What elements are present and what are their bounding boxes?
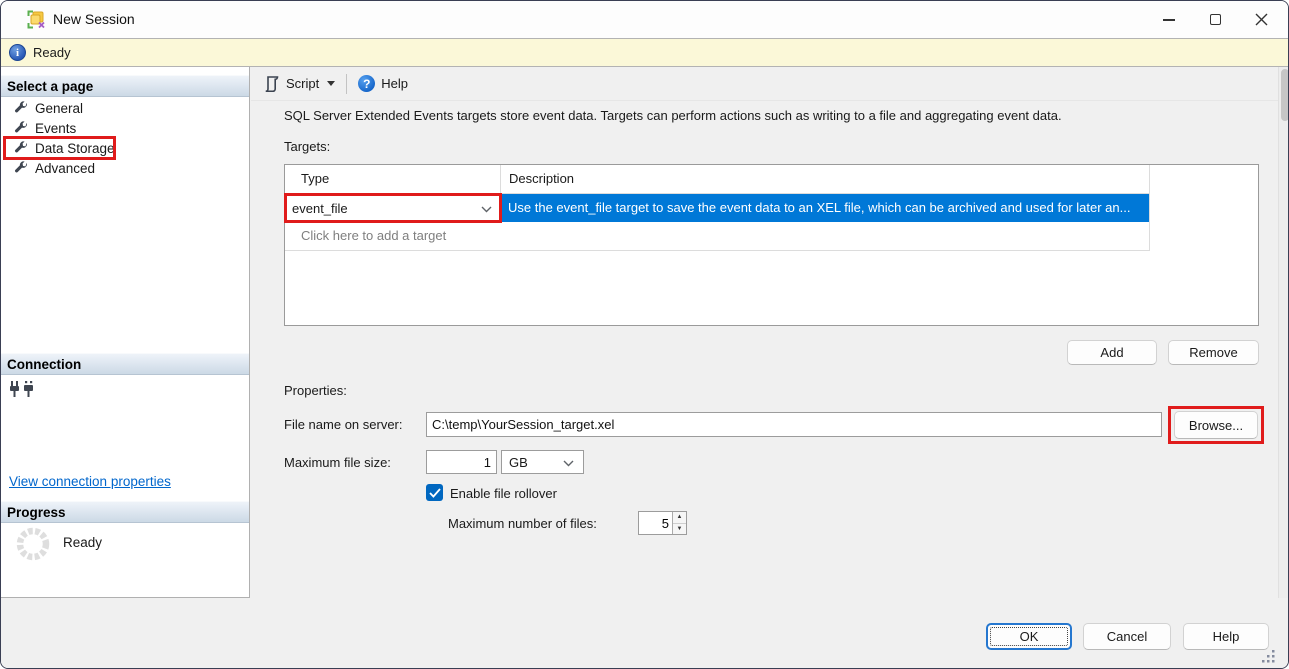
target-type-value: event_file [292, 201, 348, 216]
window-controls [1146, 1, 1284, 38]
sidebar-item-label: Advanced [35, 161, 95, 176]
sidebar-item-label: Events [35, 121, 76, 136]
window-title: New Session [53, 11, 135, 27]
script-button[interactable]: Script [259, 72, 340, 96]
spinner-buttons: ▲ ▼ [672, 512, 686, 534]
page-description: SQL Server Extended Events targets store… [284, 108, 1062, 123]
remove-button[interactable]: Remove [1168, 340, 1259, 365]
column-header-type[interactable]: Type [285, 165, 501, 193]
connection-plug-icon [10, 381, 36, 398]
close-icon [1255, 13, 1268, 26]
enable-rollover-checkbox[interactable] [426, 484, 443, 501]
toolbar: Script ? Help [251, 67, 1278, 101]
table-row[interactable]: event_file Use the event_file target to … [285, 194, 1149, 222]
spinner-down-button[interactable]: ▼ [673, 524, 686, 535]
targets-grid: Type Description event_file Use the even… [285, 165, 1150, 251]
cancel-button[interactable]: Cancel [1083, 623, 1171, 650]
properties-label: Properties: [284, 383, 347, 398]
vertical-scrollbar[interactable] [1278, 67, 1289, 598]
connection-header: Connection [1, 353, 249, 375]
help-label: Help [381, 76, 408, 91]
help-toolbar-button[interactable]: ? Help [353, 71, 413, 96]
add-button[interactable]: Add [1067, 340, 1157, 365]
scrollbar-thumb[interactable] [1281, 69, 1289, 121]
script-label: Script [286, 76, 319, 91]
info-icon: i [9, 44, 26, 61]
max-files-label: Maximum number of files: [448, 516, 597, 531]
wrench-icon [14, 161, 28, 175]
checkmark-icon [429, 488, 441, 498]
minimize-button[interactable] [1146, 1, 1192, 38]
dialog-body: Select a page General Events Data Storag… [1, 67, 1288, 598]
unit-value: GB [509, 455, 528, 470]
sidebar-item-label: Data Storage [35, 141, 115, 156]
ok-button[interactable]: OK [986, 623, 1072, 650]
sidebar-item-events[interactable]: Events [1, 118, 249, 138]
wrench-icon [14, 101, 28, 115]
status-text: Ready [33, 45, 71, 60]
new-session-dialog: New Session i Ready Select a page Genera… [0, 0, 1289, 669]
add-target-placeholder-row[interactable]: Click here to add a target [285, 222, 1149, 250]
wrench-icon [14, 121, 28, 135]
close-button[interactable] [1238, 1, 1284, 38]
grid-header: Type Description [285, 165, 1149, 194]
help-icon: ? [358, 75, 375, 92]
select-a-page-header: Select a page [1, 75, 249, 97]
spinner-up-button[interactable]: ▲ [673, 512, 686, 524]
targets-label: Targets: [284, 139, 330, 154]
sidebar-item-general[interactable]: General [1, 98, 249, 118]
max-file-size-input[interactable] [426, 450, 497, 474]
resize-grip-icon[interactable] [1261, 649, 1276, 664]
script-dropdown-icon [327, 81, 335, 86]
toolbar-separator [346, 74, 347, 94]
column-header-description[interactable]: Description [501, 165, 1149, 193]
target-description-cell[interactable]: Use the event_file target to save the ev… [501, 194, 1149, 222]
maximize-icon [1210, 14, 1221, 25]
left-panel: Select a page General Events Data Storag… [1, 67, 250, 598]
chevron-down-icon [481, 206, 492, 213]
maximize-button[interactable] [1192, 1, 1238, 38]
enable-rollover-label: Enable file rollover [450, 486, 557, 501]
progress-status: Ready [63, 535, 102, 550]
max-files-input[interactable] [639, 512, 672, 534]
help-button[interactable]: Help [1183, 623, 1269, 650]
session-app-icon [27, 10, 46, 29]
minimize-icon [1163, 19, 1175, 21]
browse-button[interactable]: Browse... [1174, 411, 1258, 439]
sidebar-item-data-storage[interactable]: Data Storage [1, 138, 249, 158]
status-bar: i Ready [1, 38, 1288, 67]
main-panel: Script ? Help SQL Server Extended Events… [251, 67, 1289, 598]
sidebar-item-advanced[interactable]: Advanced [1, 158, 249, 178]
view-connection-properties-link[interactable]: View connection properties [9, 474, 171, 489]
progress-spinner-icon [15, 526, 51, 562]
script-icon [264, 76, 280, 92]
file-name-label: File name on server: [284, 417, 403, 432]
footer: OK Cancel Help [1, 598, 1288, 669]
sidebar-item-label: General [35, 101, 83, 116]
type-cell: event_file [285, 194, 501, 222]
wrench-icon [14, 141, 28, 155]
max-files-spinner: ▲ ▼ [638, 511, 687, 535]
max-file-size-unit-select[interactable]: GB [501, 450, 584, 474]
chevron-down-icon [563, 460, 574, 467]
progress-header: Progress [1, 501, 249, 523]
title-bar: New Session [1, 1, 1288, 38]
max-file-size-label: Maximum file size: [284, 455, 391, 470]
file-name-input[interactable] [426, 412, 1162, 437]
target-type-combobox[interactable]: event_file [285, 194, 501, 222]
targets-table[interactable]: Type Description event_file Use the even… [284, 164, 1259, 326]
